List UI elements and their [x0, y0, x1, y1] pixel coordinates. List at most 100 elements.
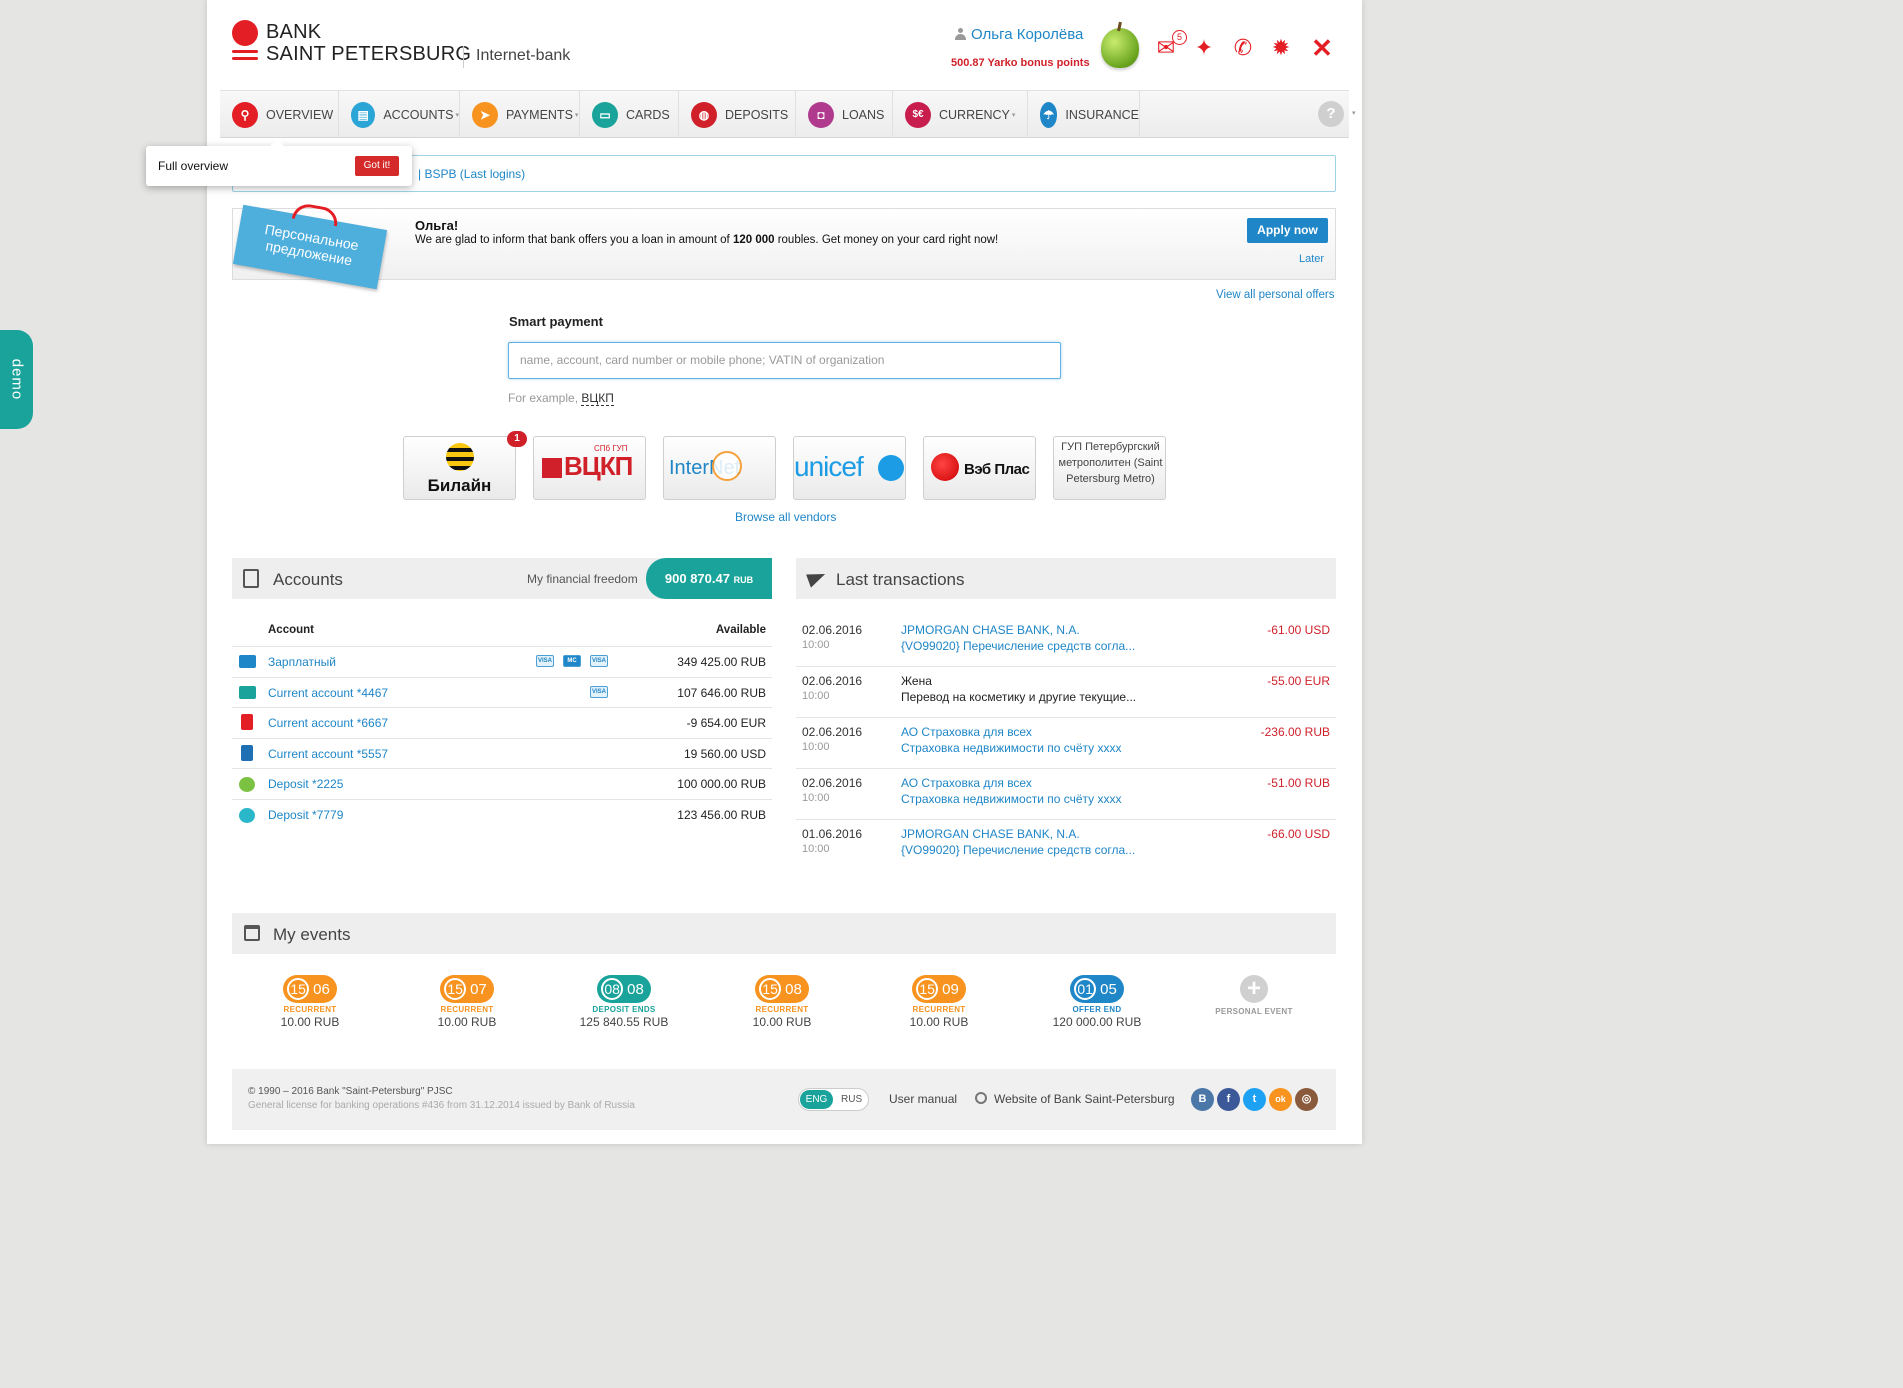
event-item[interactable]: 08 08 DEPOSIT ENDS 125 840.55 RUB: [549, 975, 699, 1029]
visa-card-icon[interactable]: VISA: [590, 686, 608, 698]
bank-logo-icon[interactable]: [232, 20, 258, 62]
close-icon[interactable]: ✕: [1309, 35, 1335, 61]
view-all-offers-link[interactable]: View all personal offers: [1216, 289, 1334, 301]
financial-freedom-value[interactable]: 900 870.47 RUB: [646, 558, 772, 599]
apply-now-button[interactable]: Apply now: [1247, 218, 1328, 243]
transaction-payee[interactable]: JPMORGAN CHASE BANK, N.A.: [901, 827, 1080, 841]
account-amount: 19 560.00 USD: [683, 747, 766, 761]
clipboard-icon: [241, 714, 253, 730]
clipboard-icon: [241, 745, 253, 761]
transaction-row[interactable]: 02.06.2016 10:00 АО Страховка для всех С…: [796, 718, 1336, 769]
account-name[interactable]: Deposit *2225: [268, 777, 343, 791]
account-name[interactable]: Current account *5557: [268, 747, 388, 761]
got-it-button[interactable]: Got it!: [355, 156, 399, 176]
lang-eng[interactable]: ENG: [800, 1090, 833, 1109]
event-date: 08 08: [597, 975, 651, 1003]
vendor-metro[interactable]: ГУП Петербургский метрополитен (Saint Pe…: [1053, 436, 1166, 500]
transaction-description[interactable]: {VO99020} Перечисление средств согла...: [901, 639, 1135, 653]
brand-name[interactable]: BANK SAINT PETERSBURG: [266, 21, 471, 65]
event-item[interactable]: 15 07 RECURRENT 10.00 RUB: [392, 975, 542, 1029]
account-row[interactable]: Current account *6667 -9 654.00 EUR: [232, 707, 772, 737]
instagram-icon[interactable]: ◎: [1295, 1088, 1318, 1111]
account-name[interactable]: Current account *6667: [268, 716, 388, 730]
example-link[interactable]: ВЦКП: [581, 391, 614, 406]
paper-plane-icon: [806, 568, 828, 588]
transaction-payee[interactable]: JPMORGAN CHASE BANK, N.A.: [901, 623, 1080, 637]
phone-icon[interactable]: ✆: [1230, 35, 1256, 61]
transaction-row[interactable]: 02.06.2016 10:00 Жена Перевод на космети…: [796, 667, 1336, 718]
account-row[interactable]: Deposit *2225 100 000.00 RUB: [232, 768, 772, 798]
odnoklassniki-icon[interactable]: ok: [1269, 1088, 1292, 1111]
user-manual-link[interactable]: User manual: [889, 1092, 957, 1106]
user-name: Ольга Королёва: [971, 26, 1084, 43]
transaction-row[interactable]: 02.06.2016 10:00 АО Страховка для всех С…: [796, 769, 1336, 820]
vendor-vckp[interactable]: СПб ГУП ВЦКП: [533, 436, 646, 500]
account-row[interactable]: Current account *4467 VISA 107 646.00 RU…: [232, 677, 772, 707]
add-personal-event-button[interactable]: + PERSONAL EVENT: [1179, 975, 1329, 1016]
account-amount: 349 425.00 RUB: [677, 655, 766, 669]
vendor-unicef-name: unicef: [794, 451, 864, 482]
product-name: Internet-bank: [463, 46, 570, 68]
calendar-icon: [244, 925, 260, 941]
transaction-date: 01.06.2016: [802, 827, 863, 841]
mail-count-badge: 5: [1172, 30, 1187, 45]
account-row[interactable]: Зарплатный VISA MC VISA 349 425.00 RUB: [232, 646, 772, 676]
smart-payment-input[interactable]: name, account, card number or mobile pho…: [508, 342, 1061, 379]
twitter-icon[interactable]: t: [1243, 1088, 1266, 1111]
language-switcher[interactable]: ENG RUS: [798, 1088, 869, 1111]
transaction-row[interactable]: 02.06.2016 10:00 JPMORGAN CHASE BANK, N.…: [796, 616, 1336, 667]
help-icon[interactable]: ?: [1318, 101, 1344, 127]
gear-icon[interactable]: ✹: [1268, 35, 1294, 61]
candy-icon[interactable]: ✦: [1191, 35, 1217, 61]
nav-deposits[interactable]: ◍ DEPOSITS: [679, 91, 796, 138]
browse-vendors-link[interactable]: Browse all vendors: [735, 510, 836, 524]
nav-payments[interactable]: ➤ PAYMENTS ▾: [460, 91, 580, 138]
vendor-internet[interactable]: InterNet: [663, 436, 776, 500]
mastercard-icon[interactable]: MC: [563, 655, 581, 667]
event-item[interactable]: 15 06 RECURRENT 10.00 RUB: [235, 975, 385, 1029]
transaction-date: 02.06.2016: [802, 674, 863, 688]
transaction-row[interactable]: 01.06.2016 10:00 JPMORGAN CHASE BANK, N.…: [796, 820, 1336, 871]
transaction-payee[interactable]: АО Страховка для всех: [901, 725, 1032, 739]
nav-cards[interactable]: ▭ CARDS: [580, 91, 679, 138]
nav-insurance[interactable]: ☂ INSURANCE: [1028, 91, 1140, 138]
demo-tab[interactable]: demo: [0, 330, 33, 429]
account-name[interactable]: Deposit *7779: [268, 808, 343, 822]
col-available: Available: [715, 624, 766, 636]
user-profile-link[interactable]: Ольга Королёва: [955, 26, 1083, 43]
internet-logo-icon: [712, 451, 742, 481]
transaction-payee[interactable]: АО Страховка для всех: [901, 776, 1032, 790]
account-name[interactable]: Current account *4467: [268, 686, 388, 700]
nav-accounts[interactable]: ▤ ACCOUNTS ▾: [339, 91, 460, 138]
transaction-description[interactable]: Страховка недвижимости по счёту xxxx: [901, 741, 1122, 755]
vendor-webplus[interactable]: Вэб Плас: [923, 436, 1036, 500]
event-amount: 10.00 RUB: [437, 1015, 497, 1029]
transaction-description[interactable]: {VO99020} Перечисление средств согла...: [901, 843, 1135, 857]
event-amount: 10.00 RUB: [280, 1015, 340, 1029]
lang-rus[interactable]: RUS: [841, 1094, 862, 1105]
nav-currency[interactable]: $€ CURRENCY ▾: [893, 91, 1028, 138]
facebook-icon[interactable]: f: [1217, 1088, 1240, 1111]
apple-icon[interactable]: [1101, 28, 1139, 68]
account-row[interactable]: Deposit *7779 123 456.00 RUB: [232, 799, 772, 829]
nav-loans[interactable]: ◘ LOANS: [796, 91, 893, 138]
chevron-down-icon[interactable]: ▾: [1352, 109, 1356, 117]
last-logins-link[interactable]: | BSPB (Last logins): [418, 167, 525, 181]
bonus-points[interactable]: 500.87 Yarko bonus points: [951, 57, 1090, 69]
account-row[interactable]: Current account *5557 19 560.00 USD: [232, 738, 772, 768]
nav-overview[interactable]: ⚲ OVERVIEW: [220, 91, 339, 138]
visa-card-icon[interactable]: VISA: [536, 655, 554, 667]
event-item[interactable]: 01 05 OFFER END 120 000.00 RUB: [1022, 975, 1172, 1029]
later-link[interactable]: Later: [1299, 253, 1324, 265]
vendor-beeline[interactable]: Билайн: [403, 436, 516, 500]
account-name[interactable]: Зарплатный: [268, 655, 336, 669]
vendor-unicef[interactable]: unicef: [793, 436, 906, 500]
website-link[interactable]: Website of Bank Saint-Petersburg: [994, 1092, 1175, 1106]
events-title: My events: [273, 925, 351, 944]
vk-icon[interactable]: В: [1191, 1088, 1214, 1111]
event-date: 15 08: [755, 975, 809, 1003]
visa-card-icon[interactable]: VISA: [590, 655, 608, 667]
event-item[interactable]: 15 09 RECURRENT 10.00 RUB: [864, 975, 1014, 1029]
event-item[interactable]: 15 08 RECURRENT 10.00 RUB: [707, 975, 857, 1029]
transaction-description[interactable]: Страховка недвижимости по счёту xxxx: [901, 792, 1122, 806]
